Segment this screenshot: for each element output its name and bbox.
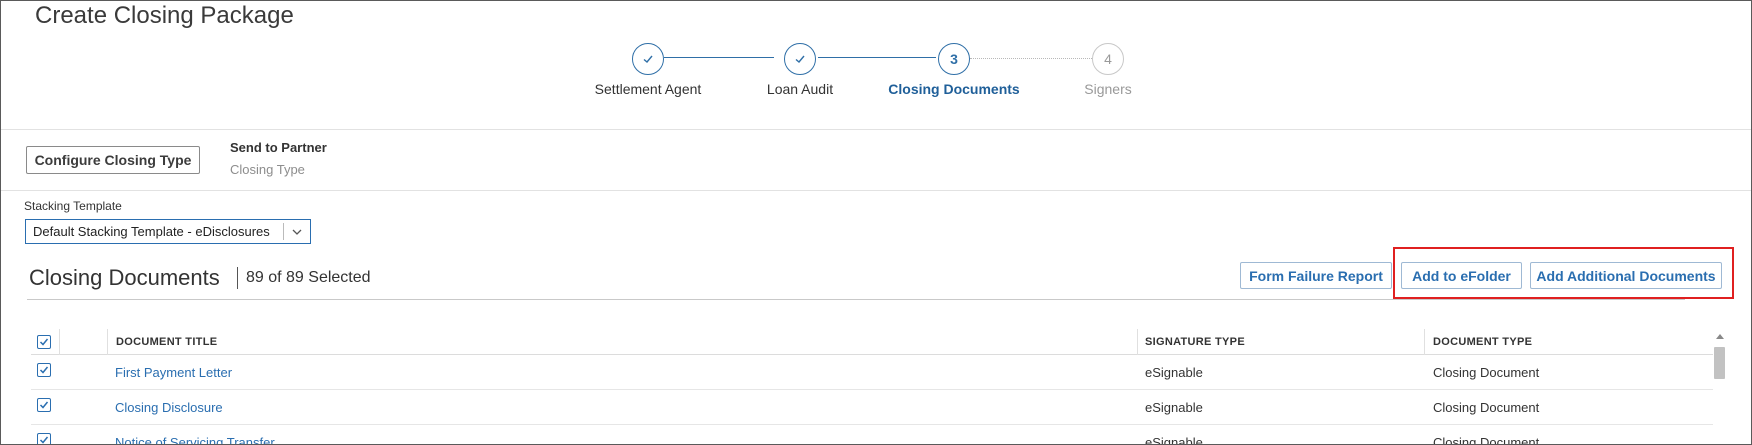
stacking-template-select[interactable]: Default Stacking Template - eDisclosures	[25, 219, 311, 244]
step-label-signers[interactable]: Signers	[1084, 81, 1131, 97]
step-connector	[664, 57, 774, 58]
table-row[interactable]: First Payment Letter eSignable Closing D…	[31, 355, 1713, 390]
signature-type-cell: eSignable	[1145, 365, 1203, 380]
document-title-link[interactable]: First Payment Letter	[115, 365, 232, 380]
column-divider	[1137, 329, 1138, 355]
document-type-cell: Closing Document	[1433, 400, 1540, 415]
table-header: DOCUMENT TITLE SIGNATURE TYPE DOCUMENT T…	[31, 329, 1713, 355]
check-icon	[39, 401, 49, 409]
highlight-box	[1393, 247, 1734, 299]
scrollbar-thumb[interactable]	[1714, 347, 1725, 379]
form-failure-report-button[interactable]: Form Failure Report	[1240, 262, 1392, 289]
stacking-template-value: Default Stacking Template - eDisclosures	[33, 224, 270, 239]
document-title-link[interactable]: Closing Disclosure	[115, 400, 223, 415]
select-divider	[283, 223, 284, 240]
check-icon	[39, 366, 49, 374]
step-connector	[818, 57, 936, 58]
section-divider	[1, 129, 1751, 130]
check-icon	[643, 55, 653, 63]
column-divider	[59, 329, 60, 355]
stacking-template-label: Stacking Template	[24, 199, 122, 213]
section-divider	[1, 190, 1751, 191]
step-label-settlement-agent[interactable]: Settlement Agent	[595, 81, 702, 97]
column-header-document-type[interactable]: DOCUMENT TYPE	[1433, 336, 1532, 348]
signature-type-cell: eSignable	[1145, 435, 1203, 445]
column-header-signature-type[interactable]: SIGNATURE TYPE	[1145, 336, 1245, 348]
document-title-link[interactable]: Notice of Servicing Transfer	[115, 435, 275, 444]
step-3-circle[interactable]: 3	[938, 43, 970, 75]
app-window: Create Closing Package 3 4 Settlement Ag…	[0, 0, 1752, 445]
table-row[interactable]: Notice of Servicing Transfer eSignable C…	[31, 425, 1713, 445]
step-label-loan-audit[interactable]: Loan Audit	[767, 81, 833, 97]
chevron-down-icon	[292, 229, 302, 235]
select-all-checkbox[interactable]	[37, 335, 51, 349]
signature-type-cell: eSignable	[1145, 400, 1203, 415]
step-1-circle[interactable]	[632, 43, 664, 75]
row-checkbox[interactable]	[37, 363, 51, 377]
configure-closing-type-button[interactable]: Configure Closing Type	[26, 146, 200, 174]
send-to-partner-label: Send to Partner	[230, 140, 327, 155]
title-separator	[237, 267, 238, 289]
step-2-circle[interactable]	[784, 43, 816, 75]
document-type-cell: Closing Document	[1433, 365, 1540, 380]
scroll-up-arrow-icon[interactable]	[1716, 334, 1724, 339]
check-icon	[39, 338, 49, 346]
column-divider	[107, 329, 108, 355]
page-title: Create Closing Package	[35, 2, 294, 29]
table-row[interactable]: Closing Disclosure eSignable Closing Doc…	[31, 390, 1713, 425]
step-4-circle[interactable]: 4	[1092, 43, 1124, 75]
selected-count: 89 of 89 Selected	[246, 269, 371, 286]
check-icon	[795, 55, 805, 63]
column-header-document-title[interactable]: DOCUMENT TITLE	[116, 336, 217, 348]
closing-type-label: Closing Type	[230, 162, 305, 177]
step-connector	[970, 58, 1092, 59]
document-type-cell: Closing Document	[1433, 435, 1540, 445]
step-label-closing-documents[interactable]: Closing Documents	[888, 81, 1019, 97]
section-rule	[27, 299, 1685, 300]
row-checkbox[interactable]	[37, 398, 51, 412]
closing-documents-title: Closing Documents	[29, 265, 220, 290]
check-icon	[39, 436, 49, 444]
row-checkbox[interactable]	[37, 433, 51, 444]
progress-stepper: 3 4 Settlement Agent Loan Audit Closing …	[1, 41, 1751, 101]
column-divider	[1424, 329, 1425, 355]
